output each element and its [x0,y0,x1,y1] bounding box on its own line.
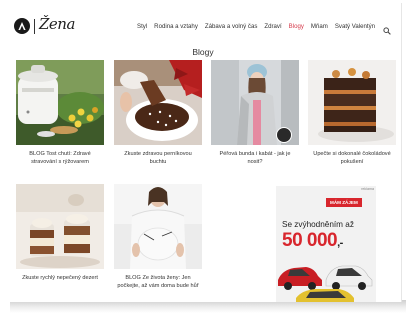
ad-headline: Se zvýhodněním až [282,220,354,229]
search-icon[interactable] [383,22,391,35]
card-thumbnail-rice-cooker[interactable] [16,60,104,145]
card-thumbnail-dessert[interactable] [16,184,104,269]
card-caption-line[interactable]: počkejte, až vám doma bude hůř [114,283,202,291]
card-thumbnail-pregnancy[interactable] [114,184,202,269]
nav-item-valentyn[interactable]: Svatý Valentýn [335,23,375,30]
site-header: Žena Styl Rodina a vztahy Zábava a volný… [4,3,401,43]
card-thumbnail-chocolate-cake[interactable] [308,60,396,145]
card-caption[interactable]: BLOG Ze života ženy: Jen počkejte, až vá… [114,275,202,290]
card-caption[interactable]: Zkuste zdravou perníkovou buchtu [114,151,202,166]
site-logo-text[interactable]: Žena [39,15,75,33]
card-thumbnail-gingerbread[interactable] [114,60,202,145]
nav-item-zabava[interactable]: Zábava a volný čas [205,23,258,30]
card-caption[interactable]: Zkuste rychlý nepečený dezert [16,275,104,283]
ad-label: reklama [361,187,374,191]
card-caption-line[interactable]: buchtu [114,159,202,167]
page: Žena Styl Rodina a vztahy Zábava a volný… [4,3,402,302]
ad-amount-suffix: ,- [337,237,343,249]
card-caption-line[interactable]: Zkuste rychlý nepečený dezert [16,275,104,283]
logo-divider [34,19,35,34]
card-caption-line[interactable]: pokušení [308,159,396,167]
ad-amount: 50 000,- [282,230,343,252]
page-title: Blogy [192,47,214,57]
ad-amount-number: 50 000 [282,230,338,251]
main-nav: Styl Rodina a vztahy Zábava a volný čas … [137,22,391,35]
card-caption-line[interactable]: Péřová bunda i kabát - jak je [211,151,299,159]
advertisement-banner[interactable]: reklama MÁM ZÁJEM Se zvýhodněním až 50 0… [276,186,376,302]
card-caption[interactable]: BLOG Tost chutí: Zdravé stravování s rýž… [16,151,104,166]
nav-item-styl[interactable]: Styl [137,23,147,30]
nav-item-zdravi[interactable]: Zdraví [264,23,281,30]
nav-item-mnam[interactable]: Mňam [311,23,328,30]
card-caption-line[interactable]: Upečte si dokonalé čokoládové [308,151,396,159]
card-caption-line[interactable]: nosit? [211,159,299,167]
nav-item-blogy[interactable]: Blogy [289,23,304,30]
ad-cta-button[interactable]: MÁM ZÁJEM [326,198,362,207]
card-caption-line[interactable]: Zkuste zdravou perníkovou [114,151,202,159]
card-caption-line[interactable]: BLOG Tost chutí: Zdravé [16,151,104,159]
card-caption-line[interactable]: BLOG Ze života ženy: Jen [114,275,202,283]
card-caption-line[interactable]: stravování s rýžovarem [16,159,104,167]
site-logo-icon[interactable] [14,18,30,34]
ad-car-image [278,265,373,302]
nav-item-rodina[interactable]: Rodina a vztahy [154,23,198,30]
card-caption[interactable]: Péřová bunda i kabát - jak je nosit? [211,151,299,166]
camera-icon [276,127,292,143]
card-caption[interactable]: Upečte si dokonalé čokoládové pokušení [308,151,396,166]
